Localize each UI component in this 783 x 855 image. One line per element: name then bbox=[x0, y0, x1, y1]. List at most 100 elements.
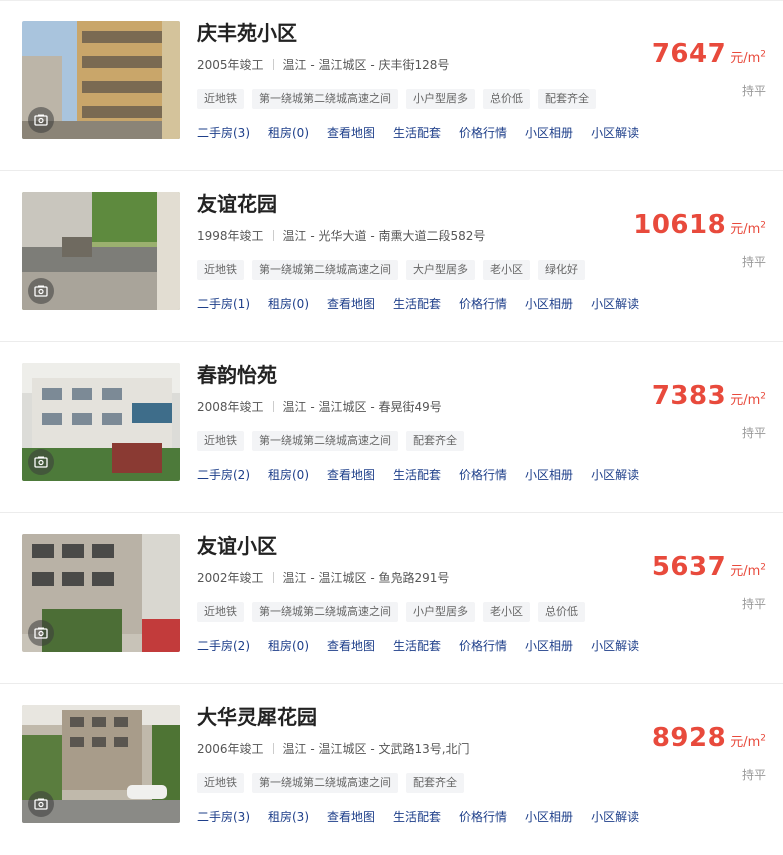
link-album[interactable]: 小区相册 bbox=[525, 297, 573, 311]
price-unit: 元/m2 bbox=[730, 733, 766, 750]
link-album[interactable]: 小区相册 bbox=[525, 468, 573, 482]
link-rent[interactable]: 租房(0) bbox=[268, 468, 309, 482]
community-links: 二手房(3) 租房(0) 查看地图 生活配套 价格行情 小区相册 小区解读 bbox=[197, 125, 657, 141]
feature-tag: 第一绕城第二绕城高速之间 bbox=[252, 431, 398, 451]
price-unit: 元/m2 bbox=[730, 49, 766, 66]
link-map[interactable]: 查看地图 bbox=[327, 126, 375, 140]
price-value: 5637 bbox=[651, 552, 727, 582]
price-unit: 元/m2 bbox=[730, 391, 766, 408]
feature-tag: 总价低 bbox=[538, 602, 585, 622]
link-map[interactable]: 查看地图 bbox=[327, 297, 375, 311]
feature-tag: 近地铁 bbox=[197, 260, 244, 280]
feature-tag: 近地铁 bbox=[197, 602, 244, 622]
community-photo[interactable] bbox=[22, 363, 180, 481]
link-price-trend[interactable]: 价格行情 bbox=[459, 468, 507, 482]
community-photo[interactable] bbox=[22, 534, 180, 652]
price-trend-label: 持平 bbox=[741, 426, 766, 440]
community-name[interactable]: 庆丰苑小区 bbox=[197, 21, 297, 45]
community-card: 友谊小区 2002年竣工 温江 - 温江城区 - 鱼凫路291号 近地铁 第一绕城… bbox=[0, 513, 783, 684]
feature-tags: 近地铁 第一绕城第二绕城高速之间 小户型居多 老小区 总价低 bbox=[197, 602, 585, 622]
price: 5637 元/m2 bbox=[652, 552, 766, 582]
community-photo[interactable] bbox=[22, 192, 180, 310]
feature-tags: 近地铁 第一绕城第二绕城高速之间 配套齐全 bbox=[197, 773, 464, 793]
link-rent[interactable]: 租房(0) bbox=[268, 126, 309, 140]
link-second-hand[interactable]: 二手房(3) bbox=[197, 810, 250, 824]
price: 7647 元/m2 bbox=[652, 39, 766, 69]
feature-tag: 绿化好 bbox=[538, 260, 585, 280]
link-map[interactable]: 查看地图 bbox=[327, 468, 375, 482]
community-list: 庆丰苑小区 2005年竣工 温江 - 温江城区 - 庆丰街128号 近地铁 第一绕… bbox=[0, 0, 783, 855]
community-card: 友谊花园 1998年竣工 温江 - 光华大道 - 南熏大道二段582号 近地铁 第… bbox=[0, 171, 783, 342]
link-album[interactable]: 小区相册 bbox=[525, 810, 573, 824]
price-value: 7383 bbox=[651, 381, 727, 411]
camera-icon bbox=[28, 620, 54, 646]
link-second-hand[interactable]: 二手房(2) bbox=[197, 639, 250, 653]
divider bbox=[272, 572, 274, 583]
feature-tag: 近地铁 bbox=[197, 89, 244, 109]
community-info: 2008年竣工 温江 - 温江城区 - 春晃街49号 bbox=[197, 399, 442, 415]
link-map[interactable]: 查看地图 bbox=[327, 639, 375, 653]
build-year: 2005年竣工 bbox=[197, 58, 264, 72]
link-review[interactable]: 小区解读 bbox=[591, 297, 639, 311]
feature-tag: 总价低 bbox=[483, 89, 530, 109]
community-photo[interactable] bbox=[22, 705, 180, 823]
community-location: 温江 - 光华大道 - 南熏大道二段582号 bbox=[282, 229, 486, 243]
price-trend-label: 持平 bbox=[741, 768, 766, 782]
feature-tags: 近地铁 第一绕城第二绕城高速之间 小户型居多 总价低 配套齐全 bbox=[197, 89, 596, 109]
link-second-hand[interactable]: 二手房(3) bbox=[197, 126, 250, 140]
link-price-trend[interactable]: 价格行情 bbox=[459, 126, 507, 140]
feature-tag: 第一绕城第二绕城高速之间 bbox=[252, 773, 398, 793]
camera-icon bbox=[28, 791, 54, 817]
feature-tag: 大户型居多 bbox=[406, 260, 475, 280]
divider bbox=[272, 743, 274, 754]
link-review[interactable]: 小区解读 bbox=[591, 126, 639, 140]
link-second-hand[interactable]: 二手房(1) bbox=[197, 297, 250, 311]
link-amenities[interactable]: 生活配套 bbox=[393, 126, 441, 140]
community-card: 庆丰苑小区 2005年竣工 温江 - 温江城区 - 庆丰街128号 近地铁 第一绕… bbox=[0, 0, 783, 171]
build-year: 2008年竣工 bbox=[197, 400, 264, 414]
feature-tag: 第一绕城第二绕城高速之间 bbox=[252, 260, 398, 280]
community-info: 2005年竣工 温江 - 温江城区 - 庆丰街128号 bbox=[197, 57, 449, 73]
link-review[interactable]: 小区解读 bbox=[591, 810, 639, 824]
feature-tag: 配套齐全 bbox=[406, 773, 464, 793]
link-price-trend[interactable]: 价格行情 bbox=[459, 297, 507, 311]
community-location: 温江 - 温江城区 - 庆丰街128号 bbox=[282, 58, 450, 72]
link-map[interactable]: 查看地图 bbox=[327, 810, 375, 824]
community-name[interactable]: 友谊小区 bbox=[197, 534, 277, 558]
link-amenities[interactable]: 生活配套 bbox=[393, 468, 441, 482]
feature-tags: 近地铁 第一绕城第二绕城高速之间 配套齐全 bbox=[197, 431, 464, 451]
price-trend-label: 持平 bbox=[741, 597, 766, 611]
price-value: 10618 bbox=[633, 210, 727, 240]
community-info: 1998年竣工 温江 - 光华大道 - 南熏大道二段582号 bbox=[197, 228, 485, 244]
link-amenities[interactable]: 生活配套 bbox=[393, 639, 441, 653]
link-amenities[interactable]: 生活配套 bbox=[393, 297, 441, 311]
community-name[interactable]: 大华灵犀花园 bbox=[197, 705, 317, 729]
feature-tag: 近地铁 bbox=[197, 773, 244, 793]
link-amenities[interactable]: 生活配套 bbox=[393, 810, 441, 824]
community-name[interactable]: 春韵怡苑 bbox=[197, 363, 277, 387]
feature-tag: 配套齐全 bbox=[406, 431, 464, 451]
divider bbox=[272, 59, 274, 70]
community-card: 春韵怡苑 2008年竣工 温江 - 温江城区 - 春晃街49号 近地铁 第一绕城第… bbox=[0, 342, 783, 513]
community-info: 2002年竣工 温江 - 温江城区 - 鱼凫路291号 bbox=[197, 570, 449, 586]
link-price-trend[interactable]: 价格行情 bbox=[459, 639, 507, 653]
link-second-hand[interactable]: 二手房(2) bbox=[197, 468, 250, 482]
price-unit: 元/m2 bbox=[730, 220, 766, 237]
price-unit: 元/m2 bbox=[730, 562, 766, 579]
link-album[interactable]: 小区相册 bbox=[525, 126, 573, 140]
divider bbox=[272, 230, 274, 241]
build-year: 1998年竣工 bbox=[197, 229, 264, 243]
community-name[interactable]: 友谊花园 bbox=[197, 192, 277, 216]
divider bbox=[272, 401, 274, 412]
community-photo[interactable] bbox=[22, 21, 180, 139]
community-location: 温江 - 温江城区 - 鱼凫路291号 bbox=[282, 571, 450, 585]
link-review[interactable]: 小区解读 bbox=[591, 639, 639, 653]
community-card: 大华灵犀花园 2006年竣工 温江 - 温江城区 - 文武路13号,北门 近地铁 … bbox=[0, 684, 783, 855]
link-album[interactable]: 小区相册 bbox=[525, 639, 573, 653]
link-review[interactable]: 小区解读 bbox=[591, 468, 639, 482]
link-rent[interactable]: 租房(3) bbox=[268, 810, 309, 824]
link-price-trend[interactable]: 价格行情 bbox=[459, 810, 507, 824]
price-trend-label: 持平 bbox=[741, 84, 766, 98]
link-rent[interactable]: 租房(0) bbox=[268, 639, 309, 653]
link-rent[interactable]: 租房(0) bbox=[268, 297, 309, 311]
